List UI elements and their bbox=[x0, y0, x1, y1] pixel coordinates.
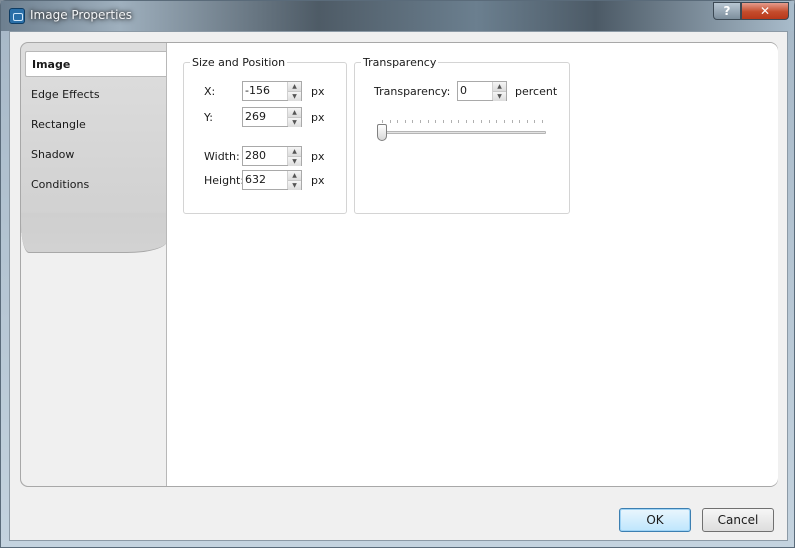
y-unit: px bbox=[311, 111, 325, 124]
transparency-group: Transparency Transparency: 0 ▲ ▼ percent bbox=[354, 56, 570, 214]
slider-tick bbox=[503, 120, 505, 123]
y-down-arrow-icon[interactable]: ▼ bbox=[288, 118, 301, 127]
dialog-window: Image Properties ? ✕ Image Edge Effects … bbox=[0, 0, 795, 548]
transparency-unit: percent bbox=[515, 85, 558, 98]
close-icon[interactable]: ✕ bbox=[741, 2, 789, 20]
transparency-down-arrow-icon[interactable]: ▼ bbox=[493, 92, 506, 101]
slider-tick bbox=[526, 120, 528, 123]
y-up-arrow-icon[interactable]: ▲ bbox=[288, 108, 301, 118]
transparency-slider-thumb[interactable] bbox=[377, 124, 387, 141]
x-spinbox[interactable]: -156 ▲ ▼ bbox=[242, 81, 302, 101]
tab-image[interactable]: Image bbox=[25, 51, 167, 77]
slider-tick bbox=[435, 120, 437, 123]
height-value[interactable]: 632 bbox=[243, 171, 287, 189]
x-down-arrow-icon[interactable]: ▼ bbox=[288, 92, 301, 101]
y-spinbox[interactable]: 269 ▲ ▼ bbox=[242, 107, 302, 127]
tab-edge-effects[interactable]: Edge Effects bbox=[25, 82, 167, 108]
x-up-arrow-icon[interactable]: ▲ bbox=[288, 82, 301, 92]
tab-strip-footer bbox=[21, 233, 166, 486]
slider-tick bbox=[397, 120, 399, 123]
width-up-arrow-icon[interactable]: ▲ bbox=[288, 147, 301, 157]
cancel-button[interactable]: Cancel bbox=[702, 508, 774, 532]
height-down-arrow-icon[interactable]: ▼ bbox=[288, 181, 301, 190]
size-position-title: Size and Position bbox=[190, 56, 288, 69]
help-button[interactable]: ? bbox=[713, 2, 741, 20]
tab-content-image: Size and Position X: -156 ▲ ▼ px Y: 269 ▲… bbox=[166, 43, 778, 486]
size-position-group: Size and Position X: -156 ▲ ▼ px Y: 269 ▲… bbox=[183, 56, 347, 214]
transparency-up-arrow-icon[interactable]: ▲ bbox=[493, 82, 506, 92]
transparency-value[interactable]: 0 bbox=[458, 82, 492, 100]
height-label: Height: bbox=[204, 174, 245, 187]
slider-tick bbox=[412, 120, 414, 123]
slider-tick bbox=[427, 120, 429, 123]
slider-tick bbox=[389, 120, 391, 123]
window-title: Image Properties bbox=[30, 8, 133, 22]
slider-tick bbox=[511, 120, 513, 123]
y-label: Y: bbox=[204, 111, 213, 124]
x-value[interactable]: -156 bbox=[243, 82, 287, 100]
app-icon bbox=[9, 8, 25, 24]
slider-tick bbox=[404, 120, 406, 123]
y-value[interactable]: 269 bbox=[243, 108, 287, 126]
height-up-arrow-icon[interactable]: ▲ bbox=[288, 171, 301, 181]
slider-tick bbox=[496, 120, 498, 123]
height-unit: px bbox=[311, 174, 325, 187]
slider-tick bbox=[458, 120, 460, 123]
slider-tick bbox=[534, 120, 536, 123]
ok-button[interactable]: OK bbox=[619, 508, 691, 532]
width-spinbox[interactable]: 280 ▲ ▼ bbox=[242, 146, 302, 166]
tab-panel: Image Edge Effects Rectangle Shadow Cond… bbox=[20, 42, 778, 487]
transparency-slider-track[interactable] bbox=[380, 131, 546, 134]
x-unit: px bbox=[311, 85, 325, 98]
height-spinbox[interactable]: 632 ▲ ▼ bbox=[242, 170, 302, 190]
width-down-arrow-icon[interactable]: ▼ bbox=[288, 157, 301, 166]
transparency-title: Transparency bbox=[361, 56, 439, 69]
x-label: X: bbox=[204, 85, 216, 98]
slider-tick bbox=[488, 120, 490, 123]
transparency-label: Transparency: bbox=[374, 85, 451, 98]
slider-tick bbox=[542, 120, 543, 123]
width-value[interactable]: 280 bbox=[243, 147, 287, 165]
slider-tick bbox=[473, 120, 475, 123]
width-unit: px bbox=[311, 150, 325, 163]
slider-tick bbox=[382, 120, 383, 123]
slider-tick bbox=[481, 120, 483, 123]
title-bar[interactable]: Image Properties ? ✕ bbox=[1, 1, 794, 31]
tab-conditions[interactable]: Conditions bbox=[25, 172, 167, 198]
slider-tick bbox=[519, 120, 521, 123]
tab-shadow[interactable]: Shadow bbox=[25, 142, 167, 168]
dialog-client-area: Image Edge Effects Rectangle Shadow Cond… bbox=[9, 31, 788, 541]
tab-strip-curve bbox=[21, 213, 167, 253]
tab-rectangle[interactable]: Rectangle bbox=[25, 112, 167, 138]
slider-tick bbox=[465, 120, 467, 123]
slider-tick bbox=[442, 120, 444, 123]
transparency-spinbox[interactable]: 0 ▲ ▼ bbox=[457, 81, 507, 101]
width-label: Width: bbox=[204, 150, 240, 163]
slider-tick bbox=[450, 120, 452, 123]
slider-tick bbox=[420, 120, 422, 123]
